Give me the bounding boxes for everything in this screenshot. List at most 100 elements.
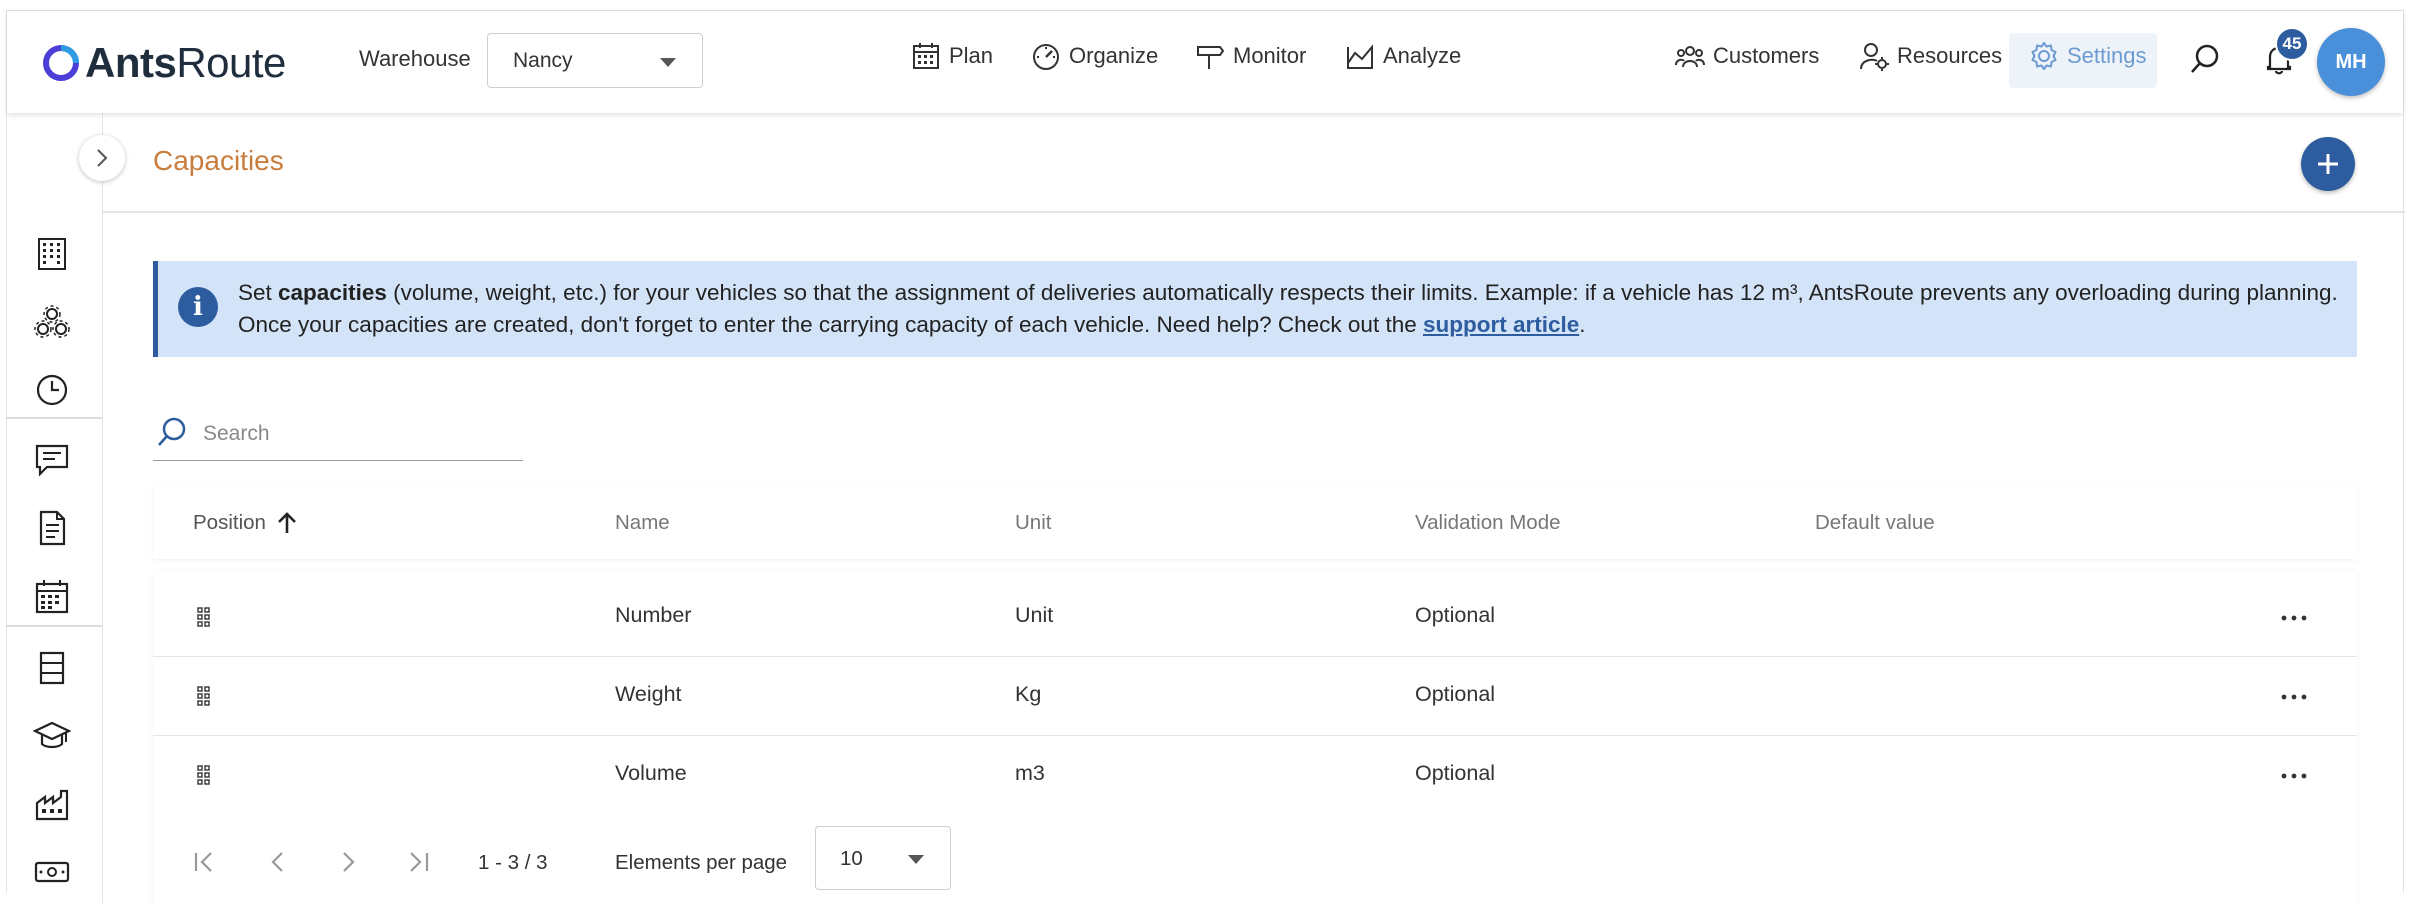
cell-name: Volume — [615, 761, 687, 785]
speedometer-icon — [1033, 44, 1059, 70]
table-header: Position Name Unit Validation Mode Defau… — [153, 485, 2357, 559]
signpost-icon — [1197, 46, 1225, 69]
logo-icon — [43, 45, 79, 81]
search-input[interactable] — [203, 419, 503, 449]
info-text-start: Set — [238, 280, 279, 305]
clock-icon[interactable] — [33, 371, 71, 409]
chevron-down-icon — [908, 855, 924, 864]
warehouse-label: Warehouse — [359, 46, 471, 71]
add-capacity-button[interactable] — [2301, 137, 2355, 191]
column-header-default-value[interactable]: Default value — [1815, 511, 1935, 535]
nav-organize[interactable]: Organize — [1031, 41, 1158, 71]
elements-per-page-select[interactable]: 10 — [815, 826, 951, 890]
last-page-icon[interactable] — [401, 845, 435, 879]
pagination: 1 - 3 / 3 Elements per page 10 — [153, 821, 2357, 904]
nav-customers[interactable]: Customers — [1675, 41, 1819, 71]
next-page-icon[interactable] — [331, 845, 365, 879]
info-text-end: . — [1579, 312, 1586, 337]
nav-resources-label: Resources — [1897, 43, 2003, 68]
header-divider — [103, 211, 2405, 213]
nav-monitor[interactable]: Monitor — [1195, 41, 1306, 71]
nav-settings[interactable]: Settings — [2029, 41, 2147, 71]
sidebar — [7, 113, 103, 903]
column-header-unit[interactable]: Unit — [1015, 511, 1051, 535]
column-header-validation-mode[interactable]: Validation Mode — [1415, 511, 1561, 535]
support-article-link[interactable]: support article — [1423, 312, 1579, 337]
first-page-icon[interactable] — [189, 845, 223, 879]
pagination-range: 1 - 3 / 3 — [478, 851, 548, 874]
info-bold-word: capacities — [278, 280, 387, 305]
column-header-name[interactable]: Name — [615, 511, 670, 535]
user-gear-icon — [1860, 43, 1889, 71]
nav-plan-label: Plan — [949, 43, 994, 68]
sidebar-toggle-button[interactable] — [79, 135, 125, 181]
drag-handle-icon[interactable] — [197, 765, 211, 787]
search-icon[interactable] — [2187, 41, 2223, 77]
table-row[interactable]: Volume m3 Optional — [153, 737, 2357, 815]
comment-icon[interactable] — [33, 441, 71, 479]
nav-analyze-label: Analyze — [1383, 43, 1462, 68]
building-icon[interactable] — [33, 235, 71, 273]
cell-validation-mode: Optional — [1415, 603, 1496, 627]
calendar-icon — [913, 43, 939, 69]
sidebar-divider — [7, 625, 103, 627]
nav-analyze[interactable]: Analyze — [1345, 41, 1461, 71]
warehouse-value: Nancy — [513, 48, 573, 72]
previous-page-icon[interactable] — [261, 845, 295, 879]
app-frame: Ants Route Warehouse Nancy Plan Organize … — [6, 10, 2405, 904]
nav-plan[interactable]: Plan — [911, 41, 993, 71]
elements-per-page-label: Elements per page — [615, 851, 788, 874]
cell-validation-mode: Optional — [1415, 761, 1496, 785]
info-text: Set capacities (volume, weight, etc.) fo… — [238, 277, 2338, 341]
info-text-middle: (volume, weight, etc.) for your vehicles… — [238, 280, 2338, 337]
nav-resources[interactable]: Resources — [1859, 41, 2002, 71]
cell-unit: m3 — [1015, 761, 1045, 785]
page-title: Capacities — [153, 145, 284, 176]
cell-validation-mode: Optional — [1415, 682, 1496, 706]
gear-icon — [2031, 42, 2057, 70]
nav-settings-label: Settings — [2067, 43, 2147, 68]
cell-unit: Kg — [1015, 682, 1042, 706]
calendar-grid-icon[interactable] — [33, 577, 71, 615]
column-header-position[interactable]: Position — [193, 511, 298, 535]
search-icon — [158, 417, 186, 446]
factory-chart-icon[interactable] — [33, 785, 71, 823]
more-options-icon[interactable] — [2277, 680, 2311, 714]
nav-monitor-label: Monitor — [1233, 43, 1307, 68]
sidebar-divider — [7, 417, 103, 419]
drag-handle-icon[interactable] — [197, 686, 211, 708]
avatar[interactable]: MH — [2317, 28, 2385, 96]
nav-customers-label: Customers — [1713, 43, 1820, 68]
chart-area-icon — [1347, 44, 1373, 69]
more-options-icon[interactable] — [2277, 601, 2311, 635]
nav-organize-label: Organize — [1069, 43, 1159, 68]
cell-name: Weight — [615, 682, 682, 706]
search-box — [153, 407, 523, 461]
notification-badge: 45 — [2275, 27, 2309, 61]
cell-name: Number — [615, 603, 692, 627]
column-position-label: Position — [193, 511, 266, 534]
table-row[interactable]: Number Unit Optional — [153, 579, 2357, 657]
table-row[interactable]: Weight Kg Optional — [153, 658, 2357, 736]
top-bar: Ants Route Warehouse Nancy Plan Organize … — [7, 11, 2403, 113]
money-icon[interactable] — [33, 853, 71, 891]
graduation-cap-icon[interactable] — [33, 717, 71, 755]
chevron-right-icon — [97, 149, 108, 167]
logo-text-bold: Ants — [85, 39, 177, 86]
warehouse-select[interactable]: Nancy — [487, 33, 703, 88]
chevron-down-icon — [660, 58, 676, 67]
info-banner: i Set capacities (volume, weight, etc.) … — [153, 261, 2357, 357]
document-icon[interactable] — [33, 509, 71, 547]
arrow-up-icon — [278, 512, 296, 533]
more-options-icon[interactable] — [2277, 759, 2311, 793]
stack-icon[interactable] — [33, 649, 71, 687]
users-icon — [1675, 46, 1705, 68]
logo-text-light: Route — [176, 39, 286, 86]
antsroute-logo[interactable]: Ants Route — [41, 35, 286, 91]
info-icon: i — [178, 287, 218, 327]
elements-per-page-value: 10 — [840, 847, 863, 870]
drag-handle-icon[interactable] — [197, 607, 211, 629]
cell-unit: Unit — [1015, 603, 1054, 627]
gears-icon[interactable] — [33, 303, 71, 341]
plus-icon — [2318, 154, 2338, 174]
